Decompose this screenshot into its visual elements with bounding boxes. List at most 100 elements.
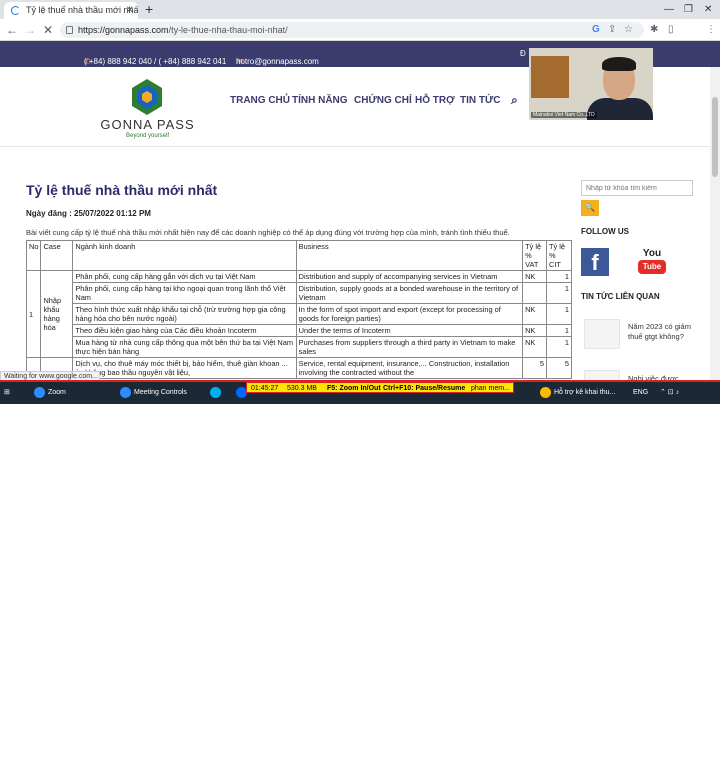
address-bar: ← → ✕ https://gonnapass.com/ty-le-thue-n… (0, 19, 720, 55)
nav-features[interactable]: TÍNH NĂNG (292, 95, 348, 106)
table-row: Phân phối, cung cấp hàng tại kho ngoại q… (27, 282, 572, 304)
row-en-cell: Under the terms of Incoterm (295, 324, 524, 337)
header-business-en: Business (295, 240, 524, 271)
browser-tab[interactable]: Tỷ lệ thuế nhà thầu mới nhất - G ✕ (4, 2, 138, 19)
rec-size: 530.3 MB (287, 385, 317, 392)
close-tab-icon[interactable]: ✕ (126, 2, 134, 19)
taskbar-zoom[interactable]: Zoom (34, 382, 66, 404)
tab-title: Tỷ lệ thuế nhà thầu mới nhất - G (26, 5, 138, 15)
extensions-icon[interactable]: ✱ (650, 22, 658, 38)
table-header-row: No Case Ngành kinh doanh Business Tỷ lệ … (25, 240, 572, 271)
loading-spinner-icon (11, 6, 20, 15)
restore-icon[interactable]: ❐ (684, 0, 693, 19)
facebook-icon[interactable]: f (581, 248, 609, 276)
table-row: Dịch vụ, cho thuê máy móc thiết bị, bảo … (25, 357, 572, 379)
row-vat-cell: NK (522, 336, 548, 358)
row-vat-cell (522, 282, 548, 304)
share-icon[interactable]: ⇪ (608, 22, 616, 38)
row-vn-cell: Mua hàng từ nhà cung cấp thông qua một b… (72, 336, 297, 358)
table-row: Theo hình thức xuất nhập khẩu tại chỗ (t… (27, 303, 572, 325)
row-en-cell: In the form of spot import and export (e… (295, 303, 524, 325)
row-cit-cell: 1 (546, 270, 572, 283)
logo-tagline: Beyond yourself (125, 133, 170, 139)
rec-app-label: phan mem... (471, 385, 510, 392)
recording-toolbar[interactable]: 01:45:27 530.3 MB F5: Zoom In/Out Ctrl+F… (246, 382, 514, 393)
webcam-caption: Mainaboi Viet Nam Co.,LTD (531, 112, 597, 118)
row-cit-cell: 1 (546, 324, 572, 337)
sidebar-search-button[interactable]: 🔍 (581, 200, 599, 216)
header-case: Case (40, 240, 74, 271)
row-vn-cell: Theo hình thức xuất nhập khẩu tại chỗ (t… (72, 303, 297, 325)
row-vn-cell: Phân phối, cung cấp hàng gắn với dịch vụ… (72, 270, 297, 283)
article-intro: Bài viết cung cấp tỷ lệ thuế nhà thầu mớ… (26, 228, 510, 237)
scrollbar-thumb[interactable] (712, 97, 718, 177)
new-tab-button[interactable]: + (145, 0, 153, 19)
stop-icon[interactable]: ✕ (43, 22, 53, 38)
article-title: Tỷ lệ thuế nhà thầu mới nhất (26, 182, 218, 198)
page-scrollbar[interactable] (710, 67, 720, 381)
row-en-cell: Service, rental equipment, insurance,...… (295, 357, 524, 379)
clock-time: 9:22 PM (684, 765, 711, 772)
row-cit-cell: 1 (546, 336, 572, 358)
chrome-icon (540, 386, 551, 398)
google-icon[interactable]: G (592, 22, 600, 38)
menu-icon[interactable]: ⋮ (706, 22, 716, 38)
nav-certificates[interactable]: CHỨNG CHỈ (354, 95, 412, 106)
taskbar-meeting-controls[interactable]: Meeting Controls (120, 382, 187, 404)
start-icon[interactable]: ⊞ (4, 382, 10, 404)
language-indicator[interactable]: ENG (633, 382, 648, 404)
meeting-label: Meeting Controls (134, 389, 187, 396)
row-vat-cell: NK (522, 303, 548, 325)
nav-home[interactable]: TRANG CHỦ (230, 95, 290, 106)
row-vat-cell: NK (522, 270, 548, 283)
taskbar-clock[interactable]: 9:22 PM 06-Jan-23 (682, 764, 714, 784)
table-row: Mua hàng từ nhà cung cấp thông qua một b… (27, 336, 572, 358)
tray-icons[interactable]: ⌃ ⊡ ♪ (660, 382, 679, 404)
logo-name: GONNA PASS (100, 117, 195, 132)
url-field[interactable]: https://gonnapass.com/ty-le-thue-nha-tha… (60, 22, 644, 38)
related-news-heading: TIN TỨC LIÊN QUAN (581, 292, 660, 301)
rec-pause-hint: Ctrl+F10: Pause/Resume (383, 385, 466, 392)
search-icon[interactable]: ⌕ (511, 93, 518, 108)
row-vn-cell: Theo điều kiện giao hàng của Các điều kh… (72, 324, 297, 337)
skype-icon (210, 386, 221, 398)
taskbar-skype[interactable] (210, 382, 224, 404)
webcam-painting (531, 56, 569, 98)
table-row: 1 Nhập khẩu hàng hóa Phân phối, cung cấp… (25, 270, 572, 358)
youtube-icon[interactable]: You Tube (637, 248, 667, 276)
url-path: /ty-le-thue-nha-thau-moi-nhat/ (168, 25, 288, 35)
case-cell: Nhập khẩu hàng hóa (40, 270, 74, 358)
news-thumbnail[interactable] (584, 319, 620, 349)
zoom-label: Zoom (48, 389, 66, 396)
rec-zoom-hint: F5: Zoom In/Out (327, 385, 381, 392)
webcam-person-body (587, 98, 653, 120)
chrome-label: Hỗ trợ kê khai thu... (554, 389, 616, 396)
taskbar-chrome[interactable]: Hỗ trợ kê khai thu... (540, 382, 615, 404)
minimize-icon[interactable]: — (664, 0, 674, 19)
row-en-cell: Distribution, supply goods at a bonded w… (295, 282, 524, 304)
table-row: Theo điều kiện giao hàng của Các điều kh… (27, 324, 572, 337)
nav-news[interactable]: TIN TỨC (460, 95, 501, 106)
row-cit-cell: 1 (546, 282, 572, 304)
sidepanel-icon[interactable]: ▯ (668, 22, 674, 38)
header-business-vn: Ngành kinh doanh (72, 240, 297, 271)
bookmark-star-icon[interactable]: ☆ (624, 22, 633, 38)
row-vat-cell: 5 (522, 357, 548, 379)
login-link[interactable]: Đ (520, 49, 526, 58)
sidebar-search-input[interactable] (581, 180, 693, 196)
youtube-tube: Tube (638, 260, 666, 274)
forward-icon[interactable]: → (24, 22, 36, 38)
webcam-person-hair (602, 57, 636, 71)
row-cit-cell: 5 (546, 357, 572, 379)
back-icon[interactable]: ← (6, 22, 18, 38)
row-en-cell: Purchases from suppliers through a third… (295, 336, 524, 358)
header-no: No (25, 240, 42, 271)
tax-rate-table: No Case Ngành kinh doanh Business Tỷ lệ … (25, 240, 572, 379)
row-no-cell: 1 (25, 270, 42, 358)
close-window-icon[interactable]: ✕ (704, 0, 712, 19)
clock-date: 06-Jan-23 (682, 775, 714, 782)
row-vn-cell: Phân phối, cung cấp hàng tại kho ngoại q… (72, 282, 297, 304)
follow-heading: FOLLOW US (581, 227, 629, 236)
nav-support[interactable]: HỖ TRỢ (415, 95, 455, 106)
news-link[interactable]: Năm 2023 có giảm thuế gtgt không? (628, 322, 698, 342)
